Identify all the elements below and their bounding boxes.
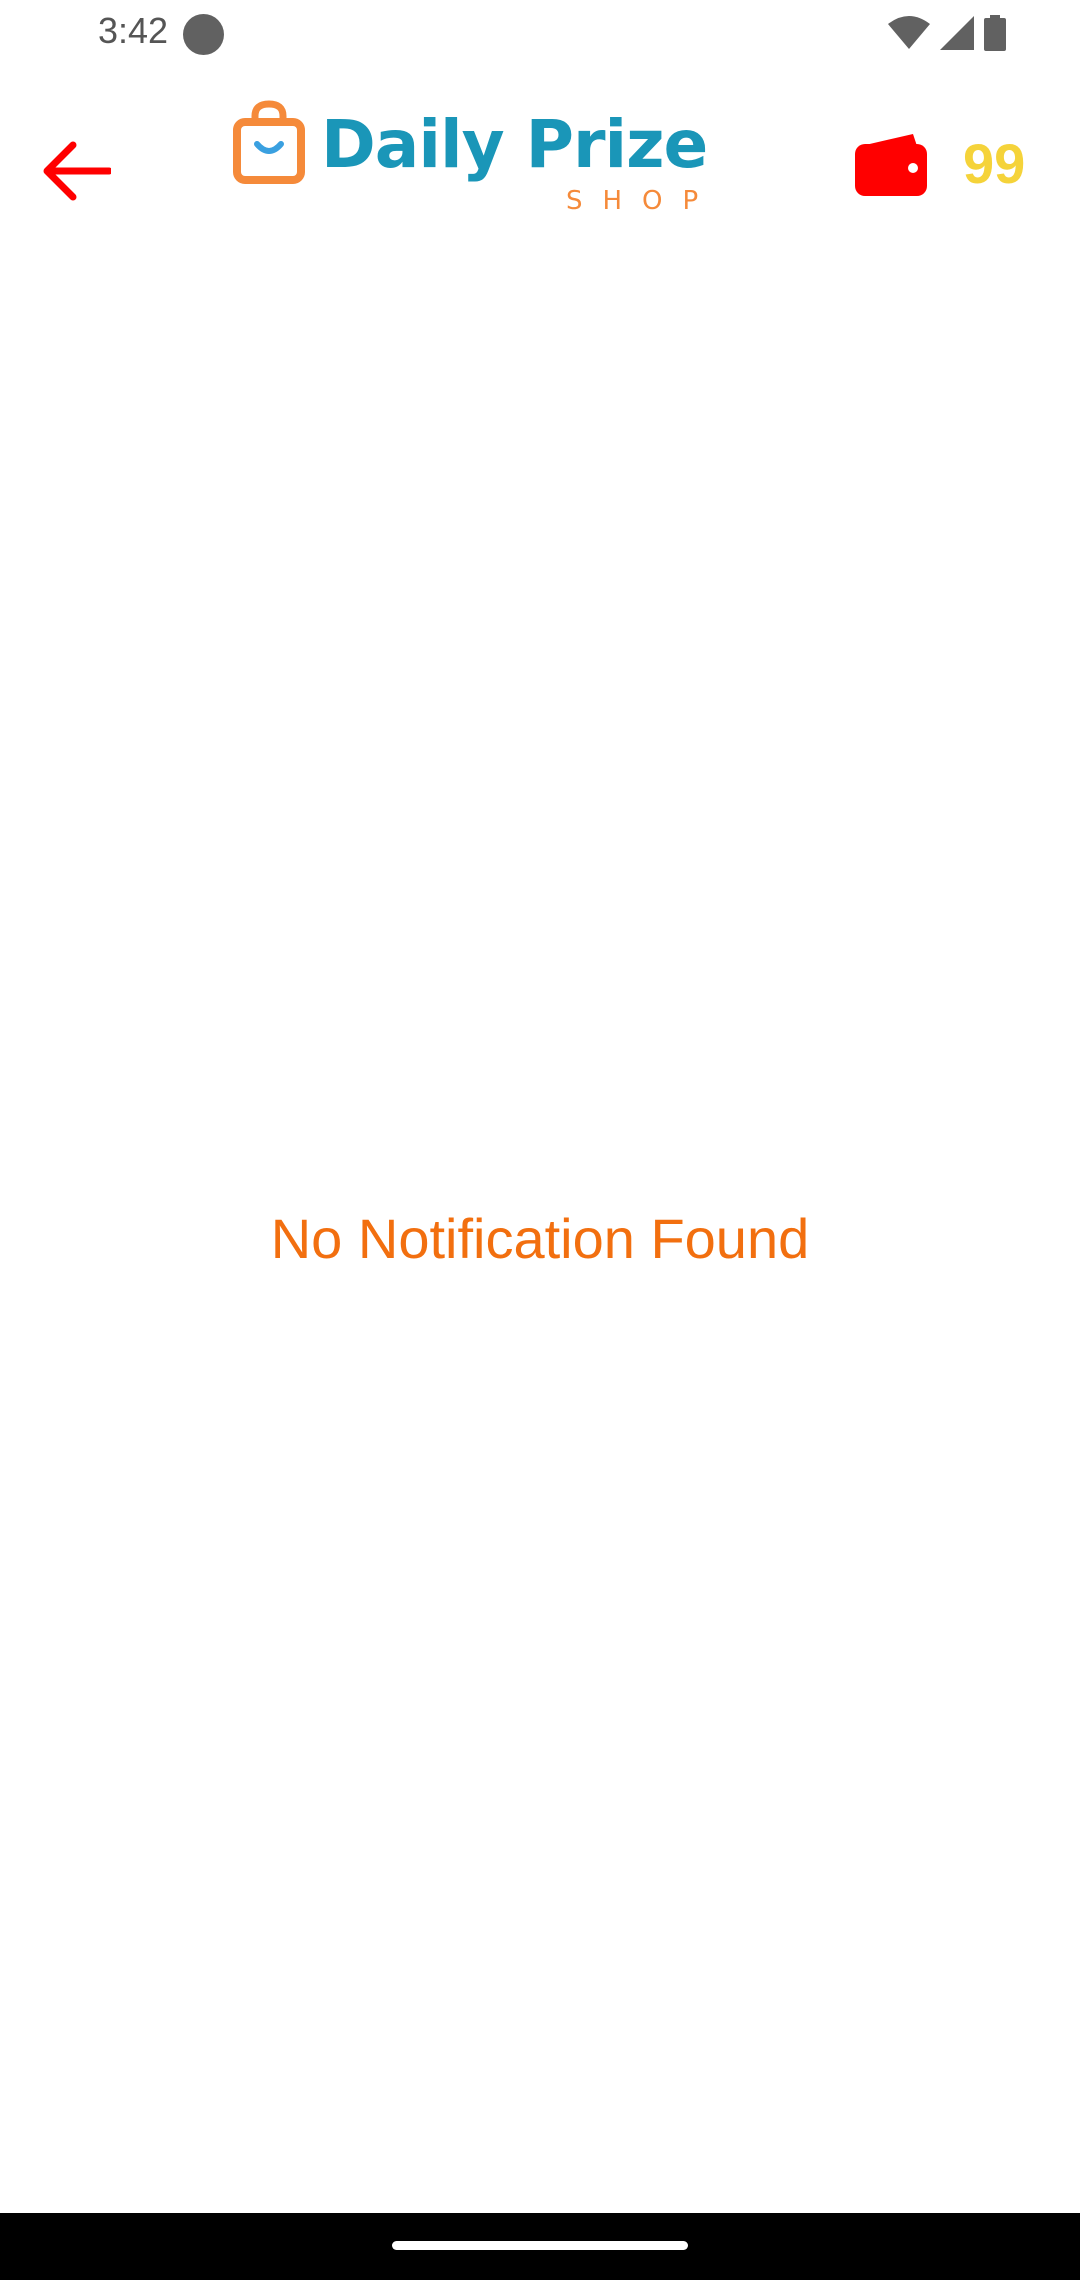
back-button[interactable]: [30, 126, 120, 216]
cellular-signal-icon: [940, 16, 974, 50]
logo-title: Daily Prize: [321, 106, 708, 183]
record-dot-icon: [183, 14, 224, 55]
battery-icon: [984, 15, 1006, 51]
wallet-balance: 99: [963, 132, 1026, 195]
status-bar: 3:42: [0, 0, 1080, 66]
arrow-left-icon: [43, 141, 111, 201]
notifications-screen: 3:42 Daily Prize SHOP 99 No Notification…: [0, 0, 1080, 2280]
wallet-icon: [855, 134, 927, 196]
app-logo: Daily Prize SHOP: [233, 96, 708, 221]
status-icons: [888, 14, 1006, 52]
empty-notifications-message: No Notification Found: [270, 1207, 810, 1270]
logo-subtitle: SHOP: [566, 186, 719, 216]
wallet-button[interactable]: 99: [855, 132, 1025, 196]
status-time: 3:42: [98, 10, 169, 51]
shopping-bag-icon: [233, 100, 305, 184]
wifi-icon: [888, 16, 930, 49]
home-indicator[interactable]: [392, 2241, 688, 2250]
navigation-bar: [0, 2213, 1080, 2280]
app-header: Daily Prize SHOP 99: [0, 96, 1080, 236]
